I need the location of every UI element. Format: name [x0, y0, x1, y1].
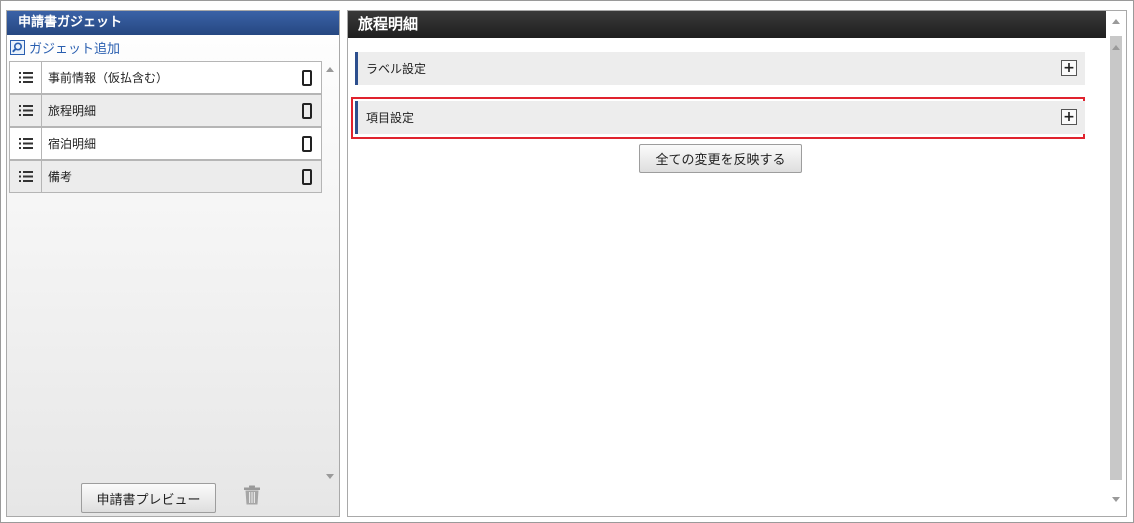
gadget-panel-title: 申請書ガジェット — [7, 11, 339, 35]
add-gadget-label: ガジェット追加 — [29, 41, 121, 57]
gadget-label: 宿泊明細 — [48, 137, 97, 151]
scrollbar-track[interactable] — [1110, 36, 1122, 480]
detail-panel: 旅程明細 ラベル設定 + 項目設定 + 全ての変更を反映する — [347, 10, 1127, 517]
list-icon[interactable] — [10, 161, 42, 192]
plus-icon[interactable]: + — [1061, 60, 1077, 76]
gadget-panel: 申請書ガジェット ガジェット追加 事前情報（仮払含む） 旅程明細 宿泊明細 備考… — [6, 10, 340, 517]
apply-all-changes-button[interactable]: 全ての変更を反映する — [639, 144, 802, 173]
phone-icon[interactable] — [293, 128, 321, 159]
scroll-down-icon[interactable] — [1112, 497, 1120, 502]
detail-panel-scrollbar[interactable] — [1110, 14, 1122, 512]
gadget-item[interactable]: 宿泊明細 — [9, 127, 322, 160]
gadget-item[interactable]: 事前情報（仮払含む） — [9, 61, 322, 94]
search-icon — [10, 39, 25, 55]
list-icon[interactable] — [10, 128, 42, 159]
preview-button[interactable]: 申請書プレビュー — [81, 483, 216, 513]
scroll-up-icon[interactable] — [326, 67, 334, 72]
gadget-list: 事前情報（仮払含む） 旅程明細 宿泊明細 備考 — [9, 61, 322, 193]
section-label: 項目設定 — [366, 111, 415, 125]
section-item-settings[interactable]: 項目設定 + — [355, 101, 1085, 134]
gadget-label: 備考 — [48, 170, 73, 184]
list-icon[interactable] — [10, 95, 42, 126]
scroll-up-icon[interactable] — [1112, 19, 1120, 24]
window-frame: 申請書ガジェット ガジェット追加 事前情報（仮払含む） 旅程明細 宿泊明細 備考… — [0, 0, 1134, 523]
list-icon[interactable] — [10, 62, 42, 93]
section-label: ラベル設定 — [366, 62, 427, 76]
scroll-up-icon[interactable] — [1112, 45, 1120, 50]
section-label-settings[interactable]: ラベル設定 + — [355, 52, 1085, 85]
phone-icon[interactable] — [293, 95, 321, 126]
scroll-down-icon[interactable] — [326, 474, 334, 479]
plus-icon[interactable]: + — [1061, 109, 1077, 125]
gadget-label: 事前情報（仮払含む） — [48, 71, 169, 85]
gadget-label: 旅程明細 — [48, 104, 97, 118]
detail-panel-title: 旅程明細 — [348, 11, 1106, 38]
phone-icon[interactable] — [293, 62, 321, 93]
gadget-list-scrollbar[interactable] — [323, 61, 337, 483]
add-gadget-link[interactable]: ガジェット追加 — [10, 38, 121, 57]
phone-icon[interactable] — [293, 161, 321, 192]
trash-icon[interactable] — [243, 485, 261, 505]
gadget-item[interactable]: 備考 — [9, 160, 322, 193]
gadget-item[interactable]: 旅程明細 — [9, 94, 322, 127]
